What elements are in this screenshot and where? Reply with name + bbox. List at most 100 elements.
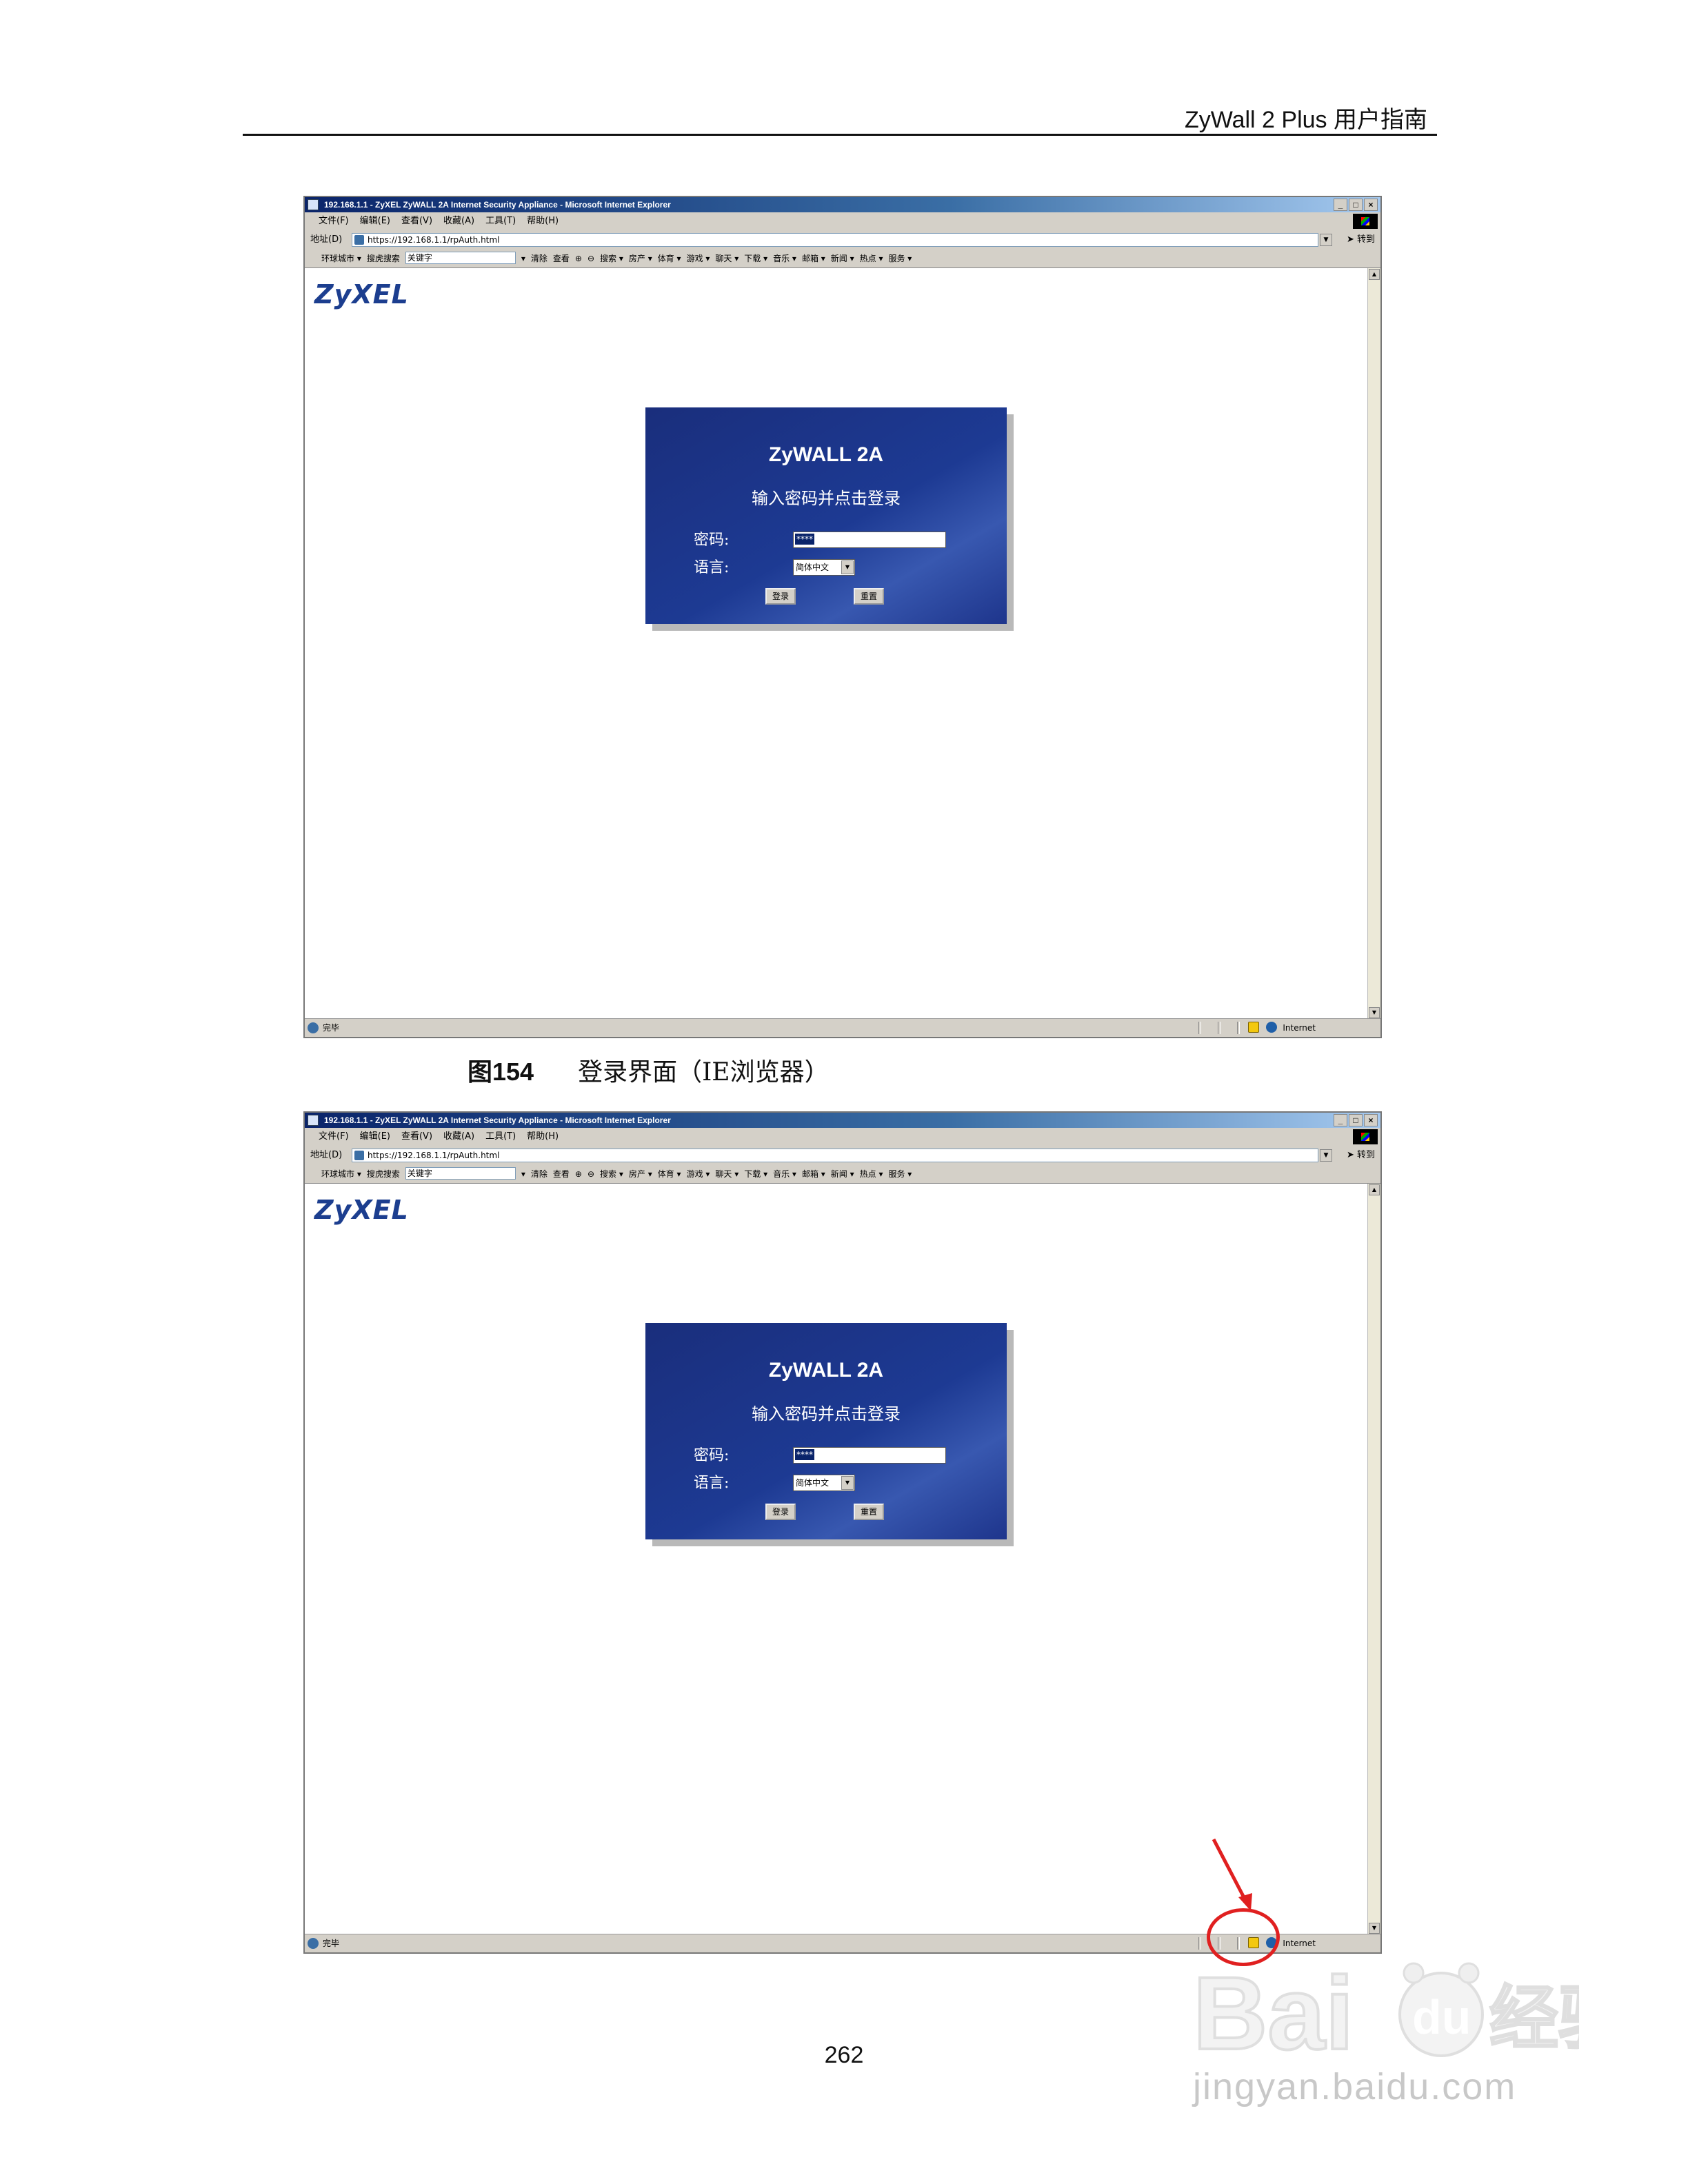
address-dropdown-icon[interactable]: ▼ [1320, 1149, 1332, 1162]
menu-tools[interactable]: 工具(T) [485, 1128, 516, 1146]
minimize-button[interactable]: _ [1334, 199, 1347, 211]
toolbar-item[interactable]: 搜虎搜索 [367, 1165, 400, 1183]
login-button[interactable]: 登录 [765, 588, 796, 605]
address-url: https://192.168.1.1/rpAuth.html [368, 1151, 500, 1160]
zoom-out-icon[interactable]: ⊖ [587, 250, 594, 267]
vertical-scrollbar[interactable]: ▲ ▼ [1367, 268, 1380, 1019]
vertical-scrollbar[interactable]: ▲ ▼ [1367, 1184, 1380, 1934]
svg-text:du: du [1412, 1990, 1471, 2044]
scroll-up-icon[interactable]: ▲ [1369, 1184, 1380, 1195]
reset-button[interactable]: 重置 [854, 588, 884, 605]
go-label: 转到 [1356, 1150, 1375, 1160]
toolbar-item[interactable]: 搜索 ▾ [600, 1165, 623, 1183]
address-label: 地址(D) [310, 234, 343, 245]
menu-edit[interactable]: 编辑(E) [360, 212, 390, 230]
maximize-button[interactable]: □ [1349, 199, 1363, 211]
menu-bar: 文件(F) 编辑(E) 查看(V) 收藏(A) 工具(T) 帮助(H) [305, 1128, 1380, 1146]
login-button[interactable]: 登录 [765, 1504, 796, 1520]
menu-help[interactable]: 帮助(H) [527, 1128, 559, 1146]
toolbar-item[interactable]: 体育 ▾ [658, 250, 681, 267]
menu-view[interactable]: 查看(V) [401, 212, 432, 230]
toolbar-item[interactable]: 清除 [531, 250, 547, 267]
toolbar-item[interactable]: 聊天 ▾ [715, 1165, 738, 1183]
close-button[interactable]: × [1364, 1114, 1378, 1126]
go-button[interactable]: ➤ 转到 [1347, 230, 1375, 250]
status-divider [1198, 1022, 1201, 1034]
go-label: 转到 [1356, 234, 1375, 245]
language-select[interactable]: 简体中文 ▼ [793, 559, 855, 576]
links-toolbar: 环球城市 ▾ 搜虎搜索 关键字 ▾ 清除 查看 ⊕ ⊖ 搜索 ▾ 房产 ▾ 体育… [305, 1165, 1380, 1184]
toolbar-item[interactable]: 服务 ▾ [888, 250, 912, 267]
toolbar-item[interactable]: 搜虎搜索 [367, 250, 400, 267]
menu-edit[interactable]: 编辑(E) [360, 1128, 390, 1146]
menu-view[interactable]: 查看(V) [401, 1128, 432, 1146]
toolbar-item[interactable]: 房产 ▾ [629, 250, 652, 267]
menu-file[interactable]: 文件(F) [319, 1128, 349, 1146]
toolbar-item[interactable]: 热点 ▾ [860, 1165, 883, 1183]
go-button[interactable]: ➤ 转到 [1347, 1146, 1375, 1165]
toolbar-item[interactable]: 查看 [553, 250, 570, 267]
language-select[interactable]: 简体中文 ▼ [793, 1475, 855, 1491]
keyword-input[interactable]: 关键字 [405, 252, 516, 264]
keyword-dropdown-icon[interactable]: ▾ [521, 1165, 525, 1183]
toolbar-item[interactable]: 新闻 ▾ [831, 250, 854, 267]
svg-text:Bai: Bai [1193, 1955, 1354, 2063]
toolbar-item[interactable]: 下载 ▾ [744, 1165, 767, 1183]
toolbar-item[interactable]: 下载 ▾ [744, 250, 767, 267]
toolbar-item[interactable]: 新闻 ▾ [831, 1165, 854, 1183]
toolbar-item[interactable]: 游戏 ▾ [687, 1165, 710, 1183]
password-input[interactable]: **** [793, 1447, 946, 1464]
menu-favorites[interactable]: 收藏(A) [443, 1128, 474, 1146]
scroll-down-icon[interactable]: ▼ [1369, 1007, 1380, 1018]
toolbar-item[interactable]: 邮箱 ▾ [802, 250, 825, 267]
page-done-icon [308, 1938, 319, 1949]
toolbar-item[interactable]: 聊天 ▾ [715, 250, 738, 267]
reset-button[interactable]: 重置 [854, 1504, 884, 1520]
minimize-button[interactable]: _ [1334, 1114, 1347, 1126]
toolbar-item[interactable]: 音乐 ▾ [773, 1165, 796, 1183]
menu-file[interactable]: 文件(F) [319, 212, 349, 230]
page-header-title: ZyWall 2 Plus 用户指南 [1184, 107, 1427, 133]
scroll-down-icon[interactable]: ▼ [1369, 1923, 1380, 1934]
toolbar-item[interactable]: 邮箱 ▾ [802, 1165, 825, 1183]
toolbar-item[interactable]: 热点 ▾ [860, 250, 883, 267]
close-button[interactable]: × [1364, 199, 1378, 211]
chevron-down-icon: ▼ [841, 560, 854, 574]
toolbar-item[interactable]: 服务 ▾ [888, 1165, 912, 1183]
zoom-in-icon[interactable]: ⊕ [575, 250, 582, 267]
toolbar-item[interactable]: 游戏 ▾ [687, 250, 710, 267]
address-bar: 地址(D) https://192.168.1.1/rpAuth.html ▼ … [305, 230, 1380, 250]
scroll-up-icon[interactable]: ▲ [1369, 269, 1380, 280]
zoom-out-icon[interactable]: ⊖ [587, 1165, 594, 1183]
status-divider [1237, 1022, 1240, 1034]
address-input[interactable]: https://192.168.1.1/rpAuth.html [352, 233, 1318, 247]
toolbar-item[interactable]: 体育 ▾ [658, 1165, 681, 1183]
page-icon [354, 1151, 364, 1160]
password-label: 密码: [694, 532, 730, 549]
toolbar-item[interactable]: 查看 [553, 1165, 570, 1183]
windows-flag-icon [1353, 214, 1378, 229]
keyword-dropdown-icon[interactable]: ▾ [521, 250, 525, 267]
svg-text:经验: 经验 [1489, 1978, 1579, 2059]
password-value: **** [795, 534, 814, 545]
keyword-input[interactable]: 关键字 [405, 1167, 516, 1180]
window-title: 192.168.1.1 - ZyXEL ZyWALL 2A Internet S… [324, 1115, 671, 1125]
menu-favorites[interactable]: 收藏(A) [443, 212, 474, 230]
address-dropdown-icon[interactable]: ▼ [1320, 234, 1332, 246]
address-input[interactable]: https://192.168.1.1/rpAuth.html [352, 1149, 1318, 1162]
toolbar-item[interactable]: 音乐 ▾ [773, 250, 796, 267]
toolbar-item[interactable]: 环球城市 ▾ [321, 250, 361, 267]
menu-tools[interactable]: 工具(T) [485, 212, 516, 230]
status-divider [1218, 1022, 1220, 1034]
toolbar-item[interactable]: 环球城市 ▾ [321, 1165, 361, 1183]
toolbar-item[interactable]: 清除 [531, 1165, 547, 1183]
menu-help[interactable]: 帮助(H) [527, 212, 559, 230]
lock-icon[interactable] [1248, 1022, 1259, 1033]
toolbar-item[interactable]: 搜索 ▾ [600, 250, 623, 267]
zyxel-logo: ZyXEL [314, 279, 409, 310]
zoom-in-icon[interactable]: ⊕ [575, 1165, 582, 1183]
chevron-down-icon: ▼ [841, 1476, 854, 1490]
password-input[interactable]: **** [793, 532, 946, 548]
maximize-button[interactable]: □ [1349, 1114, 1363, 1126]
toolbar-item[interactable]: 房产 ▾ [629, 1165, 652, 1183]
